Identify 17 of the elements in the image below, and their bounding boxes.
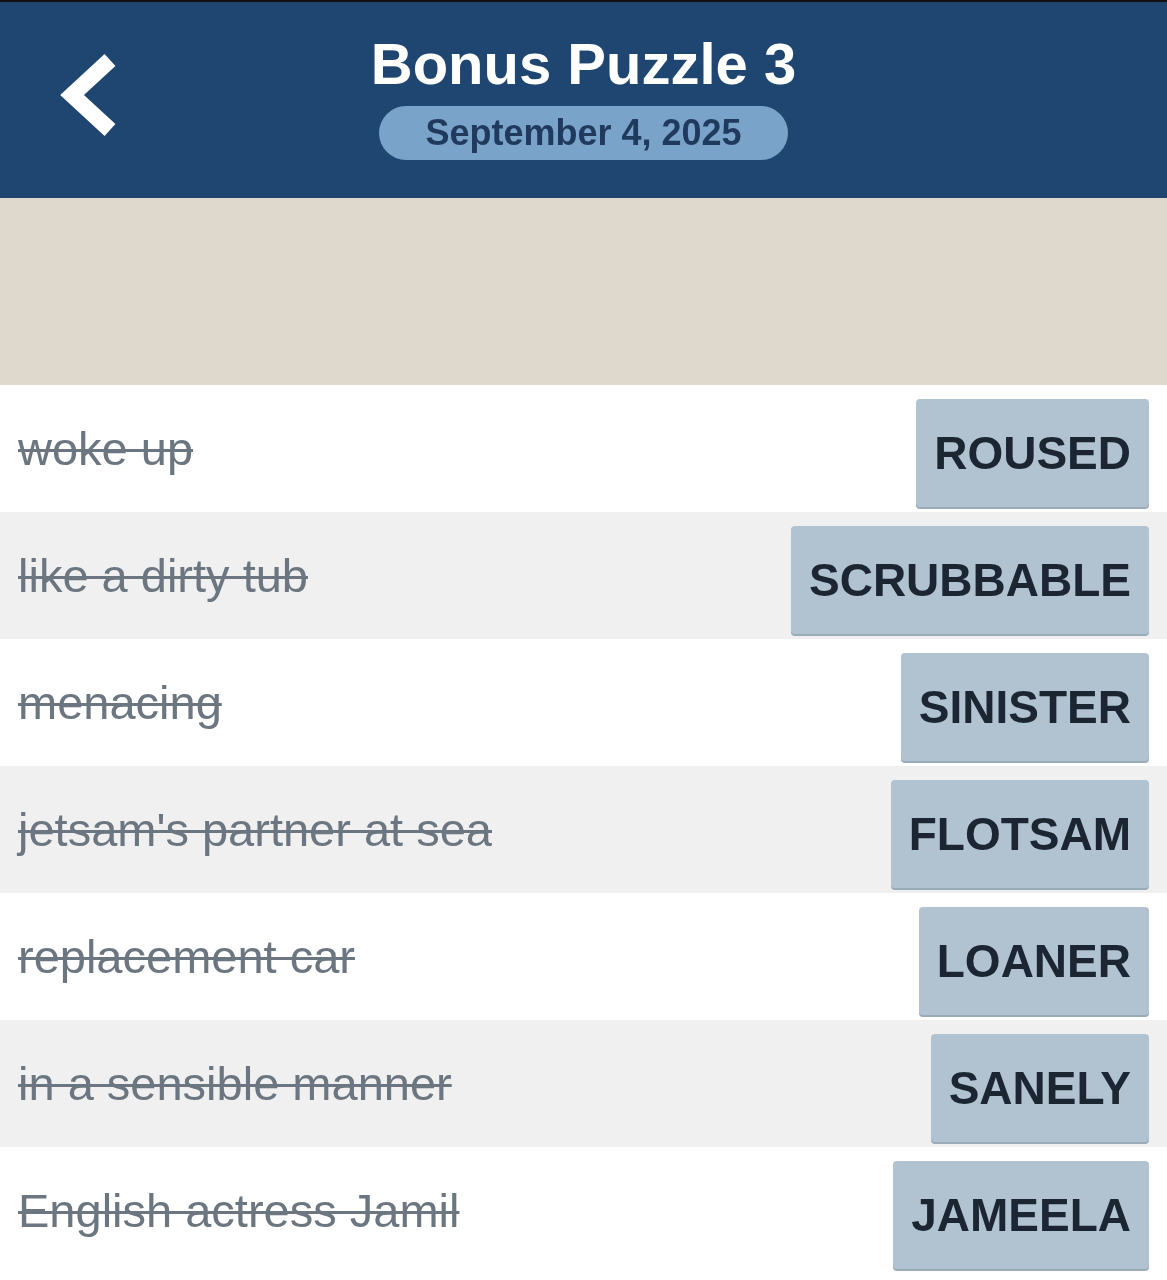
- clue-text: woke up: [18, 421, 194, 476]
- clue-text: jetsam's partner at sea: [18, 802, 492, 857]
- clue-text: English actress Jamil: [18, 1183, 460, 1238]
- clue-text: replacement car: [18, 929, 355, 984]
- clue-text: like a dirty tub: [18, 548, 308, 603]
- back-icon[interactable]: [60, 52, 118, 138]
- puzzle-title: Bonus Puzzle 3: [370, 30, 797, 98]
- answer-tile: ROUSED: [916, 398, 1149, 507]
- date-pill: September 4, 2025: [379, 106, 788, 160]
- answer-tile: SCRUBBABLE: [791, 525, 1149, 634]
- answer-tile: SANELY: [930, 1033, 1149, 1142]
- clue-text: menacing: [18, 675, 222, 730]
- answer-tile: LOANER: [918, 906, 1149, 1015]
- clue-text: in a sensible manner: [18, 1056, 452, 1111]
- answer-tile: SINISTER: [900, 652, 1149, 761]
- answer-tile: FLOTSAM: [890, 779, 1149, 888]
- answer-tile: JAMEELA: [893, 1160, 1149, 1269]
